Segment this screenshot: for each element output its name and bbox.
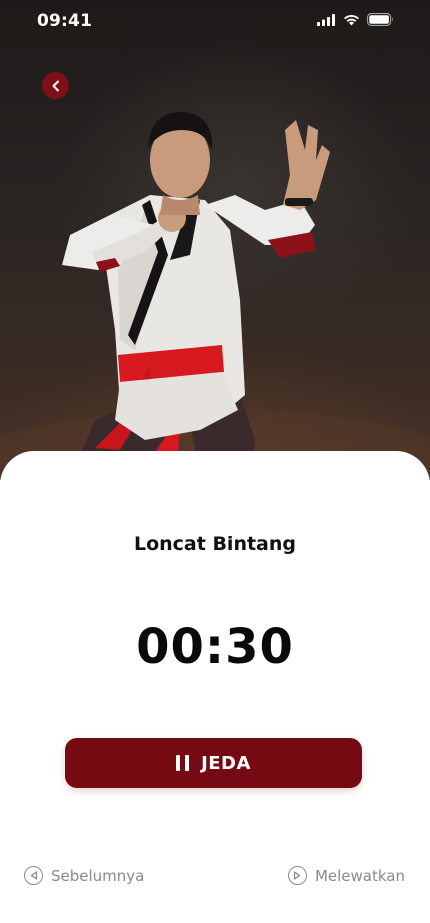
wifi-icon — [344, 14, 359, 25]
status-time: 09:41 — [37, 11, 93, 31]
chevron-left-icon — [52, 80, 59, 91]
exercise-name: Loncat Bintang — [133, 533, 297, 555]
status-bar: 09:41 — [0, 0, 430, 44]
previous-button[interactable]: Sebelumnya — [24, 866, 144, 885]
exercise-sheet: Loncat Bintang 00:30 JEDA Sebelumnya Mel… — [0, 451, 430, 923]
signal-icon — [317, 13, 335, 26]
pause-label: JEDA — [201, 752, 251, 774]
countdown-timer: 00:30 — [136, 619, 294, 675]
pause-icon — [176, 755, 190, 771]
back-button[interactable] — [42, 72, 69, 99]
skip-button[interactable]: Melewatkan — [287, 866, 405, 885]
skip-label: Melewatkan — [314, 866, 405, 885]
battery-icon — [367, 13, 393, 26]
status-icons — [317, 13, 394, 26]
martial-artist-illustration — [0, 112, 430, 480]
skip-icon — [287, 866, 307, 885]
previous-label: Sebelumnya — [51, 866, 145, 885]
exercise-photo — [0, 0, 430, 480]
previous-icon — [24, 866, 43, 885]
pause-button[interactable]: JEDA — [65, 738, 362, 788]
